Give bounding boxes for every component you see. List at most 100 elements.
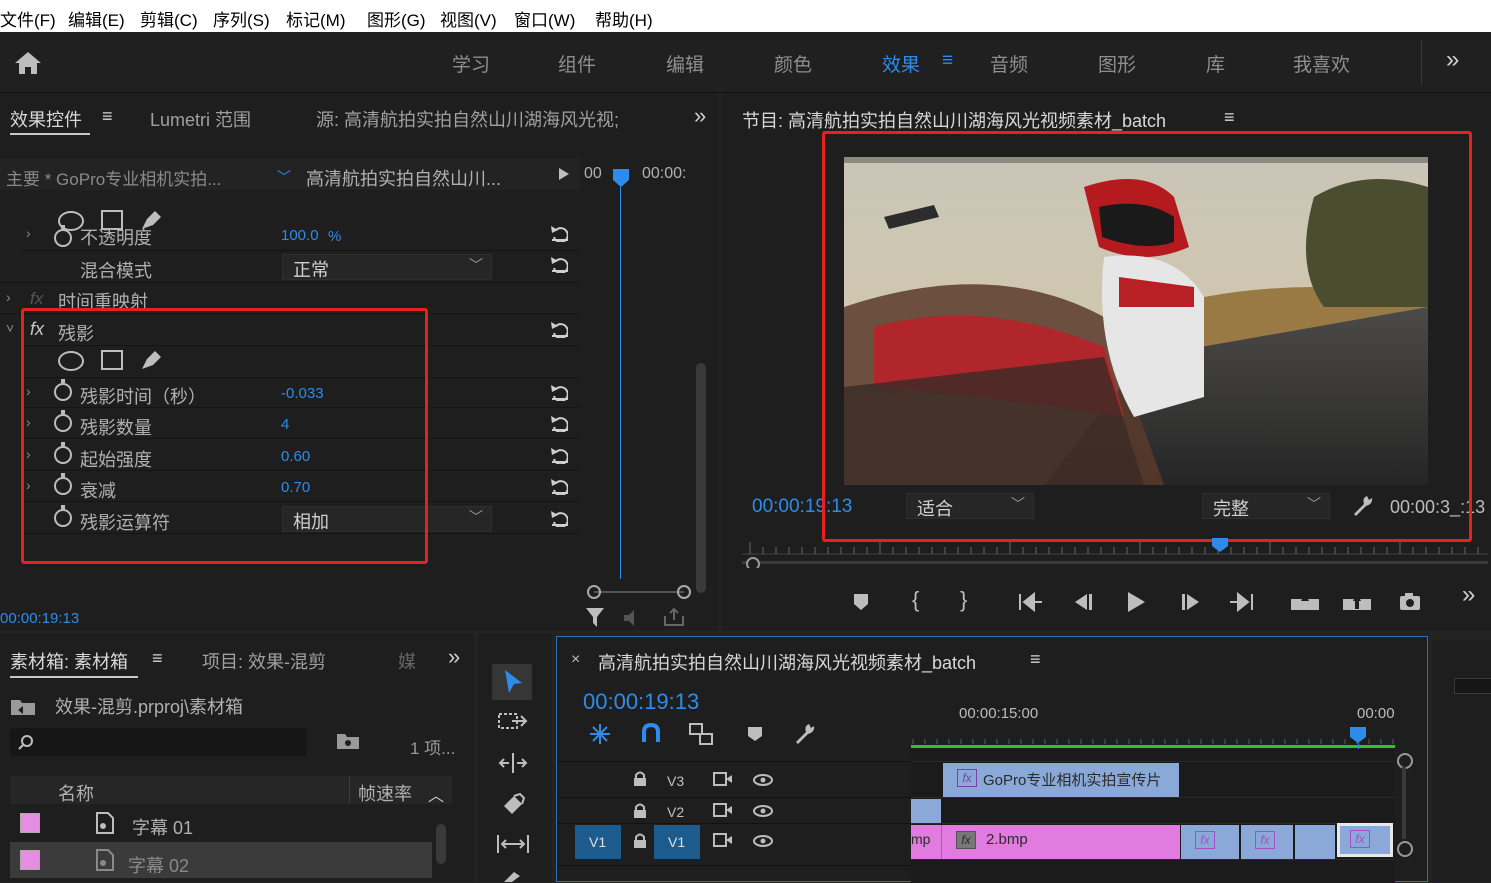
- workspace-color[interactable]: 颜色: [774, 50, 812, 77]
- blend-mode-dropdown[interactable]: 正常 ﹀: [282, 254, 492, 280]
- timeline-timecode[interactable]: 00:00:19:13: [583, 689, 699, 715]
- master-clip-label[interactable]: 主要 * GoPro专业相机实拍...: [6, 165, 221, 190]
- lock-icon[interactable]: [633, 833, 647, 849]
- pen-tool-icon[interactable]: [500, 870, 524, 882]
- go-to-in-icon[interactable]: [1018, 592, 1044, 612]
- effect-controls-timecode[interactable]: 00:00:19:13: [0, 610, 79, 627]
- workspace-favorites[interactable]: 我喜欢: [1293, 50, 1350, 77]
- expand-opacity-icon[interactable]: ›: [26, 225, 31, 241]
- more-workspaces-icon[interactable]: »: [1446, 46, 1459, 74]
- lock-icon[interactable]: [633, 771, 647, 787]
- clip-v1-prev[interactable]: mp: [911, 825, 941, 859]
- audio-loop-icon[interactable]: [624, 610, 644, 626]
- program-ruler[interactable]: [742, 538, 1488, 568]
- sync-lock-icon[interactable]: [713, 803, 733, 817]
- workspace-learn[interactable]: 学习: [452, 50, 490, 77]
- more-controls-icon[interactable]: »: [1462, 581, 1475, 609]
- list-item[interactable]: 字幕 02: [10, 842, 432, 878]
- slip-tool-icon[interactable]: [496, 834, 530, 854]
- tab-bin[interactable]: 素材箱: 素材箱: [10, 648, 128, 674]
- reset-parameter-icon[interactable]: [550, 255, 568, 273]
- zoom-handle-right[interactable]: [677, 585, 691, 599]
- track-select-tool-icon[interactable]: [498, 712, 528, 732]
- toggle-output-eye-icon[interactable]: [753, 805, 773, 817]
- clip-v1-a[interactable]: fx: [1181, 825, 1239, 859]
- track-target-v1[interactable]: V1: [654, 825, 700, 859]
- vertical-scrollbar[interactable]: [696, 363, 706, 593]
- parent-folder-icon[interactable]: [10, 696, 36, 716]
- step-back-icon[interactable]: [1072, 594, 1094, 610]
- reset-parameter-icon[interactable]: [550, 446, 568, 464]
- clip-v2[interactable]: [911, 799, 941, 823]
- reset-parameter-icon[interactable]: [550, 320, 568, 338]
- expand-time-remap-icon[interactable]: ›: [6, 289, 11, 305]
- timeline-settings-wrench-icon[interactable]: [793, 723, 815, 745]
- lift-icon[interactable]: [1290, 591, 1320, 611]
- timeline-vertical-scrollbar[interactable]: [1402, 767, 1406, 839]
- add-marker-icon[interactable]: [747, 726, 763, 742]
- extract-icon[interactable]: [1342, 591, 1372, 611]
- workspace-libraries[interactable]: 库: [1206, 50, 1225, 77]
- tab-source[interactable]: 源: 高清航拍实拍自然山川湖海风光视;: [316, 106, 661, 132]
- workspace-audio[interactable]: 音频: [990, 50, 1028, 77]
- workspace-graphics[interactable]: 图形: [1098, 50, 1136, 77]
- step-forward-icon[interactable]: [1180, 594, 1202, 610]
- ripple-edit-tool-icon[interactable]: [498, 752, 528, 774]
- clip-v1-selected[interactable]: fx: [1337, 823, 1393, 857]
- lock-icon[interactable]: [633, 803, 647, 819]
- reset-parameter-icon[interactable]: [550, 414, 568, 432]
- more-tabs-icon[interactable]: »: [448, 644, 460, 670]
- clip-v1-b[interactable]: fx: [1241, 825, 1293, 859]
- tab-lumetri-scopes[interactable]: Lumetri 范围: [150, 106, 251, 132]
- reset-parameter-icon[interactable]: [550, 383, 568, 401]
- play-icon[interactable]: [1127, 592, 1145, 612]
- selection-tool-icon[interactable]: [502, 669, 524, 695]
- effect-controls-menu-icon[interactable]: ≡: [102, 106, 113, 127]
- sync-lock-icon[interactable]: [713, 772, 733, 786]
- workspace-editing[interactable]: 编辑: [666, 50, 704, 77]
- zoom-handle-left[interactable]: [587, 585, 601, 599]
- bin-search-input[interactable]: [10, 728, 307, 756]
- tab-media[interactable]: 媒: [398, 648, 416, 674]
- label-color-swatch[interactable]: [20, 813, 40, 833]
- linked-selection-icon[interactable]: [689, 723, 713, 745]
- add-marker-icon[interactable]: [852, 593, 870, 611]
- home-icon[interactable]: [14, 50, 42, 76]
- reset-parameter-icon[interactable]: [550, 509, 568, 527]
- clip-2-bmp[interactable]: fx 2.bmp: [941, 825, 1180, 859]
- reset-parameter-icon[interactable]: [550, 224, 568, 242]
- timeline-tracks-area[interactable]: fx GoPro专业相机实拍宣传片 mp fx 2.bmp fx fx fx: [911, 749, 1395, 883]
- workspace-effects-menu-icon[interactable]: ≡: [942, 50, 953, 72]
- column-name[interactable]: 名称: [58, 780, 94, 806]
- column-frame-rate[interactable]: 帧速率: [358, 780, 412, 806]
- filter-icon[interactable]: [586, 608, 604, 628]
- menu-edit[interactable]: 编辑(E): [68, 6, 125, 31]
- playhead-icon[interactable]: [612, 169, 630, 187]
- track-v3-label[interactable]: V3: [667, 773, 684, 789]
- list-item[interactable]: 字幕 01: [10, 806, 432, 840]
- tab-project[interactable]: 项目: 效果-混剪: [202, 648, 326, 674]
- zoom-slider-track[interactable]: [594, 591, 684, 593]
- collapse-echo-icon[interactable]: ˅: [6, 320, 14, 336]
- sort-ascending-icon[interactable]: ︿: [428, 782, 444, 806]
- menu-help[interactable]: 帮助(H): [595, 6, 653, 31]
- nest-toggle-icon[interactable]: [589, 723, 611, 745]
- menu-sequence[interactable]: 序列(S): [213, 6, 270, 31]
- label-color-swatch[interactable]: [20, 850, 40, 870]
- stopwatch-icon[interactable]: [54, 225, 72, 247]
- play-triangle-icon[interactable]: [559, 168, 569, 180]
- mark-in-icon[interactable]: {: [912, 587, 919, 613]
- chevron-down-icon[interactable]: ﹀: [277, 167, 291, 187]
- razor-tool-icon[interactable]: [500, 792, 526, 818]
- menu-file[interactable]: 文件(F): [0, 6, 56, 31]
- opacity-value[interactable]: 100.0: [281, 227, 319, 244]
- menu-clip[interactable]: 剪辑(C): [140, 6, 198, 31]
- export-frame-icon[interactable]: [664, 608, 684, 626]
- scroll-handle-bottom[interactable]: [1397, 841, 1413, 857]
- clip-gopro-promo[interactable]: fx GoPro专业相机实拍宣传片: [943, 763, 1179, 797]
- more-tabs-icon[interactable]: »: [694, 103, 706, 129]
- menu-view[interactable]: 视图(V): [440, 6, 497, 31]
- sequence-clip-label[interactable]: 高清航拍实拍自然山川...: [306, 165, 501, 191]
- sequence-tab[interactable]: 高清航拍实拍自然山川湖海风光视频素材_batch: [598, 649, 976, 675]
- workspace-effects[interactable]: 效果: [882, 50, 920, 77]
